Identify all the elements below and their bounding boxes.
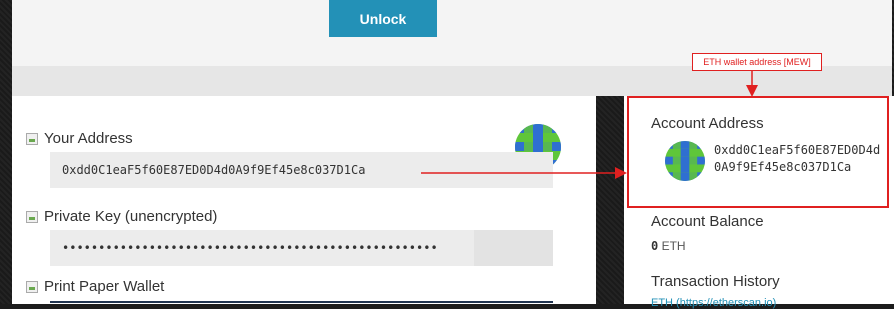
annotation-arrows [421,71,758,179]
